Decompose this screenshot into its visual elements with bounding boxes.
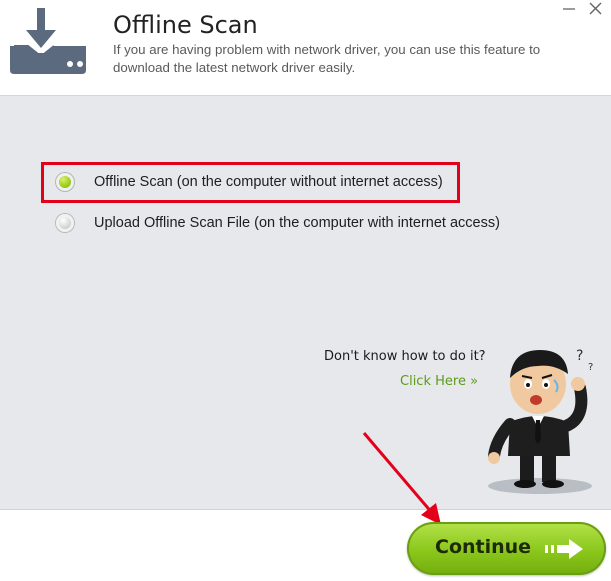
upload-offline-scan-radio[interactable] (56, 214, 74, 232)
download-drive-icon (10, 8, 86, 74)
click-here-link[interactable]: Click Here » (400, 374, 478, 389)
confused-businessman-illustration: ? ? (488, 348, 593, 494)
header: Offline Scan If you are having problem w… (0, 0, 611, 95)
svg-text:?: ? (588, 362, 593, 373)
arrow-right-icon (545, 539, 583, 559)
help-question: Don't know how to do it? (324, 349, 486, 364)
page-title: Offline Scan (113, 11, 258, 39)
minimize-icon[interactable] (560, 0, 580, 18)
page-description: If you are having problem with network d… (113, 42, 541, 75)
svg-text:?: ? (576, 348, 583, 364)
scan-options-panel: Offline Scan (on the computer without in… (0, 95, 611, 510)
annotation-highlight-box (41, 162, 460, 203)
close-icon[interactable] (586, 0, 606, 18)
upload-offline-scan-label: Upload Offline Scan File (on the compute… (94, 215, 500, 231)
continue-button[interactable]: Continue (407, 522, 606, 575)
continue-label: Continue (435, 536, 532, 558)
upload-offline-scan-option[interactable]: Upload Offline Scan File (on the compute… (56, 211, 500, 235)
